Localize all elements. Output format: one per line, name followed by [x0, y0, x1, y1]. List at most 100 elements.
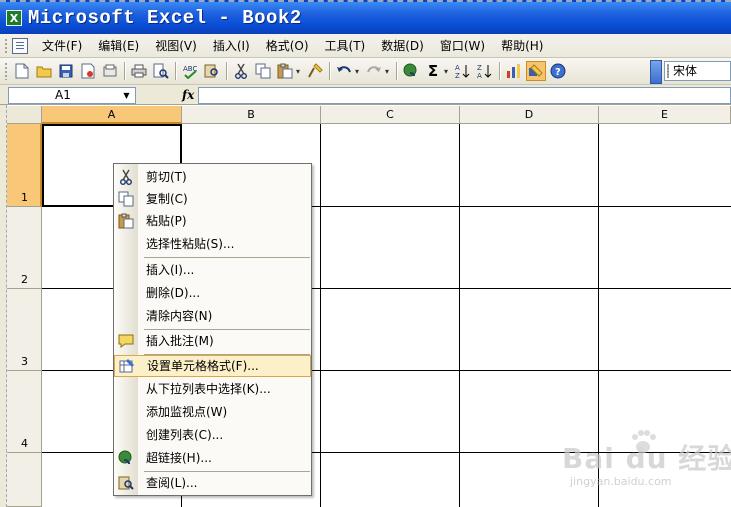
paste-icon[interactable]	[275, 61, 295, 81]
context-menu-paste-special[interactable]: 选择性粘贴(S)...	[114, 233, 311, 255]
formula-input[interactable]	[198, 87, 731, 104]
cut-icon[interactable]	[231, 61, 251, 81]
context-menu-label: 清除内容(N)	[146, 309, 213, 323]
menu-bar: 文件(F) 编辑(E) 视图(V) 插入(I) 格式(O) 工具(T) 数据(D…	[0, 34, 731, 58]
context-menu-cut[interactable]: 剪切(T)	[114, 166, 311, 188]
paste-icon	[114, 210, 138, 232]
toolbar-separator	[396, 62, 397, 80]
save-icon[interactable]	[56, 61, 76, 81]
menu-format[interactable]: 格式(O)	[258, 36, 317, 56]
context-menu-hyperlink[interactable]: 超链接(H)...	[114, 447, 311, 469]
context-menu-paste[interactable]: 粘贴(P)	[114, 210, 311, 232]
insert-function-icon[interactable]: fx	[182, 87, 194, 103]
menu-bar-grip[interactable]	[4, 37, 8, 54]
redo-icon[interactable]	[364, 61, 384, 81]
name-box-dropdown-icon[interactable]: ▼	[118, 88, 135, 103]
font-name-box[interactable]: 宋体	[664, 61, 731, 81]
context-menu-label: 查阅(L)...	[146, 476, 198, 490]
context-menu-label: 从下拉列表中选择(K)...	[146, 382, 271, 396]
baidu-watermark: Bai du 经验 jingyan.baidu.com	[558, 425, 731, 495]
context-menu-label: 删除(D)...	[146, 286, 201, 300]
menu-tools[interactable]: 工具(T)	[317, 36, 374, 56]
toolbar-separator	[124, 62, 125, 80]
context-menu-add-watch[interactable]: 添加监视点(W)	[114, 401, 311, 423]
toolbar-overflow-button[interactable]	[650, 60, 662, 84]
toolbar-grip[interactable]	[4, 62, 8, 80]
context-menu-label: 创建列表(C)...	[146, 428, 224, 442]
copy-icon[interactable]	[253, 61, 273, 81]
permission-icon[interactable]	[78, 61, 98, 81]
gridline	[459, 124, 460, 507]
svg-text:Z: Z	[455, 72, 460, 79]
title-bar[interactable]: X Microsoft Excel - Book2	[0, 0, 731, 34]
menu-edit[interactable]: 编辑(E)	[90, 36, 147, 56]
context-menu-delete[interactable]: 删除(D)...	[114, 282, 311, 304]
context-menu-insert-comment[interactable]: 插入批注(M)	[114, 330, 311, 352]
context-menu-label: 复制(C)	[146, 192, 188, 206]
sort-descending-icon[interactable]: ZA	[475, 61, 495, 81]
row-header-5[interactable]	[7, 453, 42, 507]
context-menu-create-list[interactable]: 创建列表(C)...	[114, 424, 311, 446]
context-menu-pick-from-list[interactable]: 从下拉列表中选择(K)...	[114, 378, 311, 400]
undo-dropdown-arrow[interactable]: ▾	[355, 67, 363, 76]
menu-window[interactable]: 窗口(W)	[432, 36, 493, 56]
research-icon	[114, 472, 138, 494]
spelling-icon[interactable]: ABC	[180, 61, 200, 81]
open-icon[interactable]	[34, 61, 54, 81]
svg-text:A: A	[477, 72, 482, 79]
context-menu-label: 插入(I)...	[146, 263, 195, 277]
context-menu-label: 超链接(H)...	[146, 451, 212, 465]
svg-text:?: ?	[555, 67, 561, 78]
menu-view[interactable]: 视图(V)	[147, 36, 205, 56]
svg-text:Z: Z	[477, 64, 482, 72]
copy-icon	[114, 188, 138, 210]
context-menu-copy[interactable]: 复制(C)	[114, 188, 311, 210]
autosum-icon[interactable]: Σ	[423, 61, 443, 81]
context-menu-clear-contents[interactable]: 清除内容(N)	[114, 305, 311, 327]
column-header-d[interactable]: D	[460, 106, 599, 124]
standard-toolbar: ABC ▾ ▾ ▾ Σ ▾ AZ ZA ?	[0, 58, 731, 85]
context-menu-research[interactable]: 查阅(L)...	[114, 472, 311, 494]
undo-icon[interactable]	[334, 61, 354, 81]
comment-icon	[114, 330, 138, 352]
column-header-a[interactable]: A	[42, 106, 182, 124]
help-icon[interactable]: ?	[548, 61, 568, 81]
sort-ascending-icon[interactable]: AZ	[453, 61, 473, 81]
autosum-dropdown-arrow[interactable]: ▾	[444, 67, 452, 76]
menu-data[interactable]: 数据(D)	[373, 36, 432, 56]
context-menu-insert[interactable]: 插入(I)...	[114, 259, 311, 281]
column-header-c[interactable]: C	[321, 106, 460, 124]
print-icon[interactable]	[129, 61, 149, 81]
print-preview-icon[interactable]	[151, 61, 171, 81]
svg-text:A: A	[455, 64, 460, 72]
chart-wizard-icon[interactable]	[504, 61, 524, 81]
redo-dropdown-arrow[interactable]: ▾	[385, 67, 393, 76]
context-menu-separator	[144, 257, 310, 258]
drawing-icon[interactable]	[526, 61, 546, 81]
row-header-3[interactable]: 3	[7, 289, 42, 371]
gridline	[320, 124, 321, 507]
context-menu-format-cells[interactable]: 设置单元格格式(F)...	[114, 355, 311, 377]
menu-insert[interactable]: 插入(I)	[205, 36, 258, 56]
research-icon[interactable]	[202, 61, 222, 81]
email-icon[interactable]	[100, 61, 120, 81]
row-header-2[interactable]: 2	[7, 207, 42, 289]
toolbar-separator	[175, 62, 176, 80]
select-all-corner[interactable]	[7, 106, 42, 124]
menu-file[interactable]: 文件(F)	[34, 36, 90, 56]
hyperlink-icon	[114, 447, 138, 469]
excel-app-icon[interactable]: X	[6, 10, 22, 26]
column-header-e[interactable]: E	[599, 106, 731, 124]
document-icon[interactable]	[12, 37, 28, 54]
menu-help[interactable]: 帮助(H)	[493, 36, 551, 56]
toolbar-separator	[226, 62, 227, 80]
row-header-1[interactable]: 1	[7, 124, 42, 207]
column-header-b[interactable]: B	[182, 106, 321, 124]
paste-dropdown-arrow[interactable]: ▾	[296, 67, 304, 76]
context-menu-label: 插入批注(M)	[146, 334, 214, 348]
hyperlink-icon[interactable]	[401, 61, 421, 81]
name-box[interactable]: A1	[8, 87, 136, 104]
new-icon[interactable]	[12, 61, 32, 81]
format-painter-icon[interactable]	[305, 61, 325, 81]
row-header-4[interactable]: 4	[7, 371, 42, 453]
